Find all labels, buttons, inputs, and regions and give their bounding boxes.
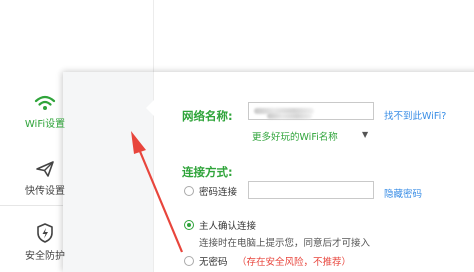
wifi-icon	[34, 95, 56, 110]
sidebar-item-security[interactable]: 安全防护	[0, 223, 90, 262]
background-divider	[0, 205, 63, 206]
background-divider	[153, 0, 154, 72]
host-confirm-hint: 连接时在电脑上提示您，同意后才可接入	[199, 238, 371, 249]
host-confirm-label[interactable]: 主人确认连接	[199, 218, 256, 232]
sidebar-item-label: 安全防护	[25, 251, 65, 262]
sidebar-item-wifi[interactable]: WiFi设置	[0, 95, 90, 130]
redacted-ssid	[267, 113, 312, 119]
no-password-warning: （存在安全风险，不推荐）	[237, 257, 352, 268]
sidebar-item-label: 快传设置	[25, 186, 65, 197]
network-name-label: 网络名称:	[182, 109, 233, 123]
shield-bolt-icon	[37, 223, 53, 243]
host-confirm-radio[interactable]	[184, 220, 194, 230]
ssid-input[interactable]	[248, 102, 374, 120]
sidebar-item-fast-transfer[interactable]: 快传设置	[0, 160, 90, 197]
connection-method-label: 连接方式:	[182, 165, 233, 179]
password-connect-radio[interactable]	[184, 186, 194, 196]
password-input[interactable]	[248, 181, 374, 199]
no-password-radio[interactable]	[184, 256, 194, 266]
no-password-label[interactable]: 无密码	[199, 254, 228, 268]
chevron-down-icon[interactable]: ▼	[362, 130, 368, 139]
paper-plane-icon	[36, 161, 54, 177]
cannot-find-wifi-link[interactable]: 找不到此WiFi?	[384, 108, 446, 122]
hide-password-link[interactable]: 隐藏密码	[384, 186, 422, 200]
sidebar-item-label: WiFi设置	[24, 119, 66, 130]
active-tab-pointer	[146, 100, 154, 116]
password-connect-label[interactable]: 密码连接	[199, 184, 237, 198]
more-wifi-names-link[interactable]: 更多好玩的WiFi名称	[252, 129, 338, 143]
